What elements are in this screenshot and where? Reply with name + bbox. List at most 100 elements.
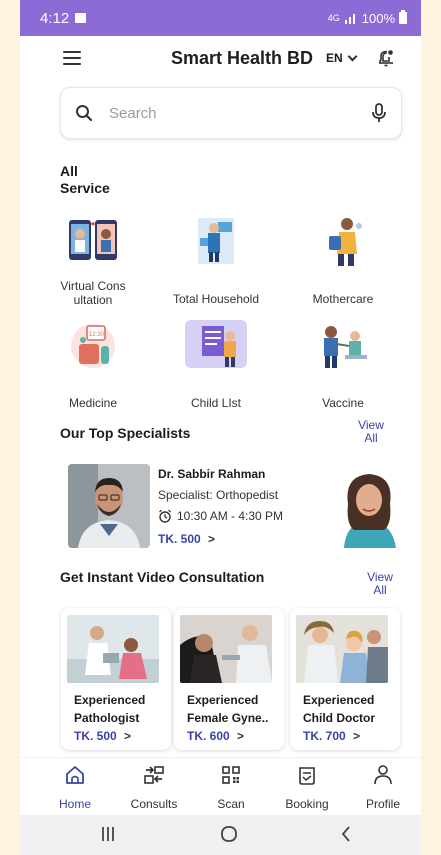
all-service-title: All Service bbox=[60, 163, 110, 197]
phone-screen: 4:12 4G 100% Smart Health BD EN Search A… bbox=[20, 0, 421, 855]
consultation-title-line1: Experienced bbox=[187, 693, 259, 707]
service-label: Mothercare bbox=[312, 292, 374, 306]
all-service-title-line2: Service bbox=[60, 180, 110, 196]
consultation-card-child-doctor[interactable]: Experienced Child Doctor TK. 700 > bbox=[290, 608, 400, 750]
system-navigation-bar bbox=[20, 815, 421, 855]
home-button-icon[interactable] bbox=[220, 825, 238, 843]
network-type: 4G bbox=[327, 13, 340, 23]
chevron-right-icon: > bbox=[208, 532, 216, 546]
video-consultation-view-all-link[interactable]: View All bbox=[359, 571, 401, 597]
nav-label: Consults bbox=[130, 797, 178, 811]
consultation-card-pathologist[interactable]: Experienced Pathologist TK. 500 > bbox=[61, 608, 171, 750]
status-time: 4:12 bbox=[40, 9, 70, 27]
nav-consults[interactable]: Consults bbox=[119, 764, 189, 811]
consultation-price-text: TK. 500 bbox=[74, 729, 117, 743]
service-virtual-consultation[interactable]: Virtual Cons ultation bbox=[33, 214, 153, 307]
doctor-photo bbox=[68, 464, 150, 548]
gallery-notification-icon bbox=[75, 13, 87, 23]
service-label: Total Household bbox=[172, 292, 260, 306]
doctor-name: Dr. Sabbir Rahman bbox=[158, 467, 266, 481]
service-mothercare[interactable]: Mothercare bbox=[283, 214, 403, 306]
consultation-price-text: TK. 700 bbox=[303, 729, 346, 743]
consultation-price: TK. 700 > bbox=[303, 729, 360, 743]
app-title: Smart Health BD bbox=[171, 48, 314, 68]
search-icon bbox=[76, 105, 93, 122]
service-label: Vaccine bbox=[322, 396, 364, 410]
chevron-right-icon: > bbox=[124, 729, 132, 743]
battery-level: 100% bbox=[361, 10, 395, 26]
specialist-photo-next[interactable] bbox=[336, 464, 402, 548]
child-doctor-photo bbox=[296, 615, 388, 683]
nav-label: Profile bbox=[365, 797, 400, 811]
nav-profile[interactable]: Profile bbox=[348, 764, 418, 811]
microphone-icon[interactable] bbox=[371, 103, 387, 123]
gynecologist-photo bbox=[180, 615, 272, 683]
view-all-line2: All bbox=[373, 583, 387, 597]
consultation-card-gynecologist[interactable]: Experienced Female Gyne.. TK. 600 > bbox=[174, 608, 284, 750]
nav-scan[interactable]: Scan bbox=[196, 764, 266, 811]
qr-code-icon bbox=[222, 766, 240, 784]
search-bar[interactable] bbox=[60, 87, 402, 139]
battery-icon bbox=[399, 10, 407, 24]
alarm-clock-icon bbox=[159, 509, 171, 523]
consults-icon bbox=[144, 766, 164, 784]
nav-label: Booking bbox=[285, 797, 329, 811]
home-icon bbox=[66, 766, 84, 784]
profile-icon bbox=[374, 765, 392, 785]
service-label: ultation bbox=[73, 293, 113, 307]
consultation-title-line2: Child Doctor bbox=[303, 711, 375, 725]
service-child-list[interactable]: Child LIst bbox=[156, 318, 276, 410]
nav-label: Scan bbox=[217, 797, 245, 811]
consultation-title-line2: Pathologist bbox=[74, 711, 140, 725]
nav-home[interactable]: Home bbox=[40, 764, 110, 811]
service-label: Virtual Cons bbox=[60, 279, 126, 293]
search-input[interactable] bbox=[109, 104, 371, 122]
chevron-right-icon: > bbox=[353, 729, 361, 743]
bottom-navigation: Home Consults Scan Booking Profile bbox=[20, 757, 421, 815]
consultation-title-line1: Experienced bbox=[74, 693, 146, 707]
mother-icon bbox=[329, 218, 362, 266]
notification-bell-icon[interactable] bbox=[376, 48, 396, 68]
language-selector[interactable]: EN bbox=[326, 51, 358, 65]
household-icon bbox=[198, 218, 234, 264]
menu-icon[interactable] bbox=[63, 51, 81, 65]
status-bar: 4:12 4G 100% bbox=[20, 0, 421, 36]
consultation-title-line1: Experienced bbox=[303, 693, 375, 707]
consultation-title-line2: Female Gyne.. bbox=[187, 711, 269, 725]
doctor-hours-text: 10:30 AM - 4:30 PM bbox=[177, 509, 284, 523]
service-label: Medicine bbox=[68, 396, 118, 410]
medicine-icon: 12:30 bbox=[71, 324, 115, 368]
vaccine-icon bbox=[324, 326, 367, 368]
app-bar: Smart Health BD EN bbox=[20, 36, 421, 82]
service-total-household[interactable]: Total Household bbox=[156, 214, 276, 306]
all-service-title-line1: All bbox=[60, 163, 78, 179]
nav-booking[interactable]: Booking bbox=[272, 764, 342, 811]
chevron-down-icon bbox=[347, 51, 358, 61]
booking-icon bbox=[299, 767, 315, 785]
nav-label: Home bbox=[58, 797, 91, 811]
pathologist-photo bbox=[67, 615, 159, 683]
specialist-card[interactable]: Dr. Sabbir Rahman Specialist: Orthopedis… bbox=[60, 458, 348, 552]
chevron-right-icon: > bbox=[237, 729, 245, 743]
recent-apps-icon[interactable] bbox=[100, 825, 116, 843]
svg-text:12:30: 12:30 bbox=[89, 332, 105, 338]
service-label: Child LIst bbox=[190, 396, 242, 410]
video-consultation-title: Get Instant Video Consultation bbox=[60, 569, 265, 585]
doctor-hours: 10:30 AM - 4:30 PM bbox=[158, 509, 283, 523]
doctor-price[interactable]: TK. 500 > bbox=[158, 532, 215, 546]
consultation-price: TK. 600 > bbox=[187, 729, 244, 743]
video-call-icon bbox=[69, 220, 117, 260]
top-specialists-title: Our Top Specialists bbox=[60, 425, 191, 441]
service-vaccine[interactable]: Vaccine bbox=[283, 318, 403, 410]
view-all-line2: All bbox=[364, 431, 378, 445]
language-label: EN bbox=[326, 51, 343, 65]
back-icon[interactable] bbox=[340, 825, 352, 843]
doctor-price-text: TK. 500 bbox=[158, 532, 201, 546]
signal-icon bbox=[344, 14, 355, 24]
top-specialists-view-all-link[interactable]: View All bbox=[350, 419, 392, 445]
child-list-icon bbox=[185, 320, 247, 368]
service-medicine[interactable]: 12:30 Medicine bbox=[33, 318, 153, 410]
consultation-price: TK. 500 > bbox=[74, 729, 131, 743]
doctor-specialty: Specialist: Orthopedist bbox=[158, 488, 279, 502]
consultation-price-text: TK. 600 bbox=[187, 729, 230, 743]
